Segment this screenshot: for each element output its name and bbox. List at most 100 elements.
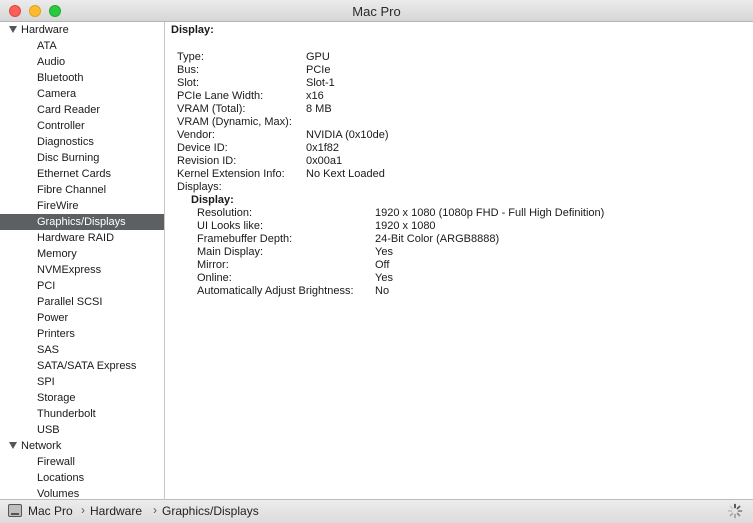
window-title: Mac Pro [352,4,401,19]
sidebar-item-label: Firewall [37,456,75,468]
sidebar-item-label: Printers [37,328,75,340]
display-property-value: No [375,285,390,297]
sidebar-item-ethernet-cards[interactable]: Ethernet Cards [0,166,164,182]
property-label: Vendor: [177,129,215,141]
sidebar-item-card-reader[interactable]: Card Reader [0,102,164,118]
sidebar-item-label: FireWire [37,200,79,212]
display-property-label: Framebuffer Depth: [197,233,293,245]
sidebar-item-volumes[interactable]: Volumes [0,486,164,499]
sidebar-group-label: Hardware [21,24,69,36]
sidebar-item-firewire[interactable]: FireWire [0,198,164,214]
display-property-label: Resolution: [197,207,253,219]
loading-spinner-icon [727,503,743,519]
property-label: VRAM (Dynamic, Max): [177,116,292,128]
sidebar-item-printers[interactable]: Printers [0,326,164,342]
sidebar-item-parallel-scsi[interactable]: Parallel SCSI [0,294,164,310]
sidebar-item-label: Volumes [37,488,80,499]
status-bar: Mac Pro › Hardware › Graphics/Displays [0,499,753,523]
property-value: No Kext Loaded [306,168,385,180]
sidebar-item-spi[interactable]: SPI [0,374,164,390]
disclosure-triangle-icon[interactable] [9,26,17,33]
sidebar-item-ata[interactable]: ATA [0,38,164,54]
display-subsection-title: Display: [191,194,234,206]
property-label: Slot: [177,77,200,89]
sidebar-item-label: Ethernet Cards [37,168,111,180]
display-property-value: 1920 x 1080 (1080p FHD - Full High Defin… [375,207,605,219]
sidebar-item-camera[interactable]: Camera [0,86,164,102]
sidebar-item-label: Audio [37,56,66,68]
sidebar-item-label: USB [37,424,60,436]
display-property-label: Main Display: [197,246,264,258]
sidebar-item-label: Fibre Channel [37,184,107,196]
sidebar-item-nvmexpress[interactable]: NVMExpress [0,262,164,278]
system-information-window: Mac Pro Hardware ATA Audio Bluetooth Camera C… [0,0,753,523]
sidebar-item-label: Memory [37,248,77,260]
sidebar-item-label: PCI [37,280,56,292]
property-value: 0x00a1 [306,155,343,167]
sidebar-item-label: Disc Burning [37,152,100,164]
sidebar-item-diagnostics[interactable]: Diagnostics [0,134,164,150]
display-property-value: Off [375,259,390,271]
property-value: Slot-1 [306,77,335,89]
property-value: x16 [306,90,324,102]
property-label: VRAM (Total): [177,103,246,115]
breadcrumb-graphics-displays[interactable]: Graphics/Displays [162,504,259,518]
disclosure-triangle-icon[interactable] [9,442,17,449]
sidebar-item-disc-burning[interactable]: Disc Burning [0,150,164,166]
sidebar-group-label: Network [21,440,62,452]
property-label: Device ID: [177,142,228,154]
sidebar-item-sata-sata-express[interactable]: SATA/SATA Express [0,358,164,374]
sidebar-item-graphics-displays[interactable]: Graphics/Displays [0,214,164,230]
sidebar-item-locations[interactable]: Locations [0,470,164,486]
sidebar-item-sas[interactable]: SAS [0,342,164,358]
display-property-value: Yes [375,246,393,258]
detail-pane: Display: Type: GPU Bus: PCIe Slot: Slot-1 PCIe… [166,22,753,499]
sidebar-item-hardware-raid[interactable]: Hardware RAID [0,230,164,246]
breadcrumb-separator: › [153,503,157,517]
property-value: PCIe [306,64,331,76]
display-property-label: Automatically Adjust Brightness: [197,285,354,297]
sidebar-item-label: Graphics/Displays [37,216,126,228]
sidebar-item-thunderbolt[interactable]: Thunderbolt [0,406,164,422]
sidebar-item-pci[interactable]: PCI [0,278,164,294]
property-label: PCIe Lane Width: [177,90,264,102]
sidebar-item-controller[interactable]: Controller [0,118,164,134]
sidebar-item-label: SATA/SATA Express [37,360,137,372]
sidebar-item-power[interactable]: Power [0,310,164,326]
sidebar-item-label: Thunderbolt [37,408,96,420]
sidebar-item-fibre-channel[interactable]: Fibre Channel [0,182,164,198]
property-label: Type: [177,51,204,63]
breadcrumb-hardware[interactable]: Hardware [90,504,142,518]
breadcrumb-mac-pro[interactable]: Mac Pro [28,504,73,518]
sidebar-item-label: Camera [37,88,77,100]
sidebar-item-usb[interactable]: USB [0,422,164,438]
sidebar-item-storage[interactable]: Storage [0,390,164,406]
display-property-value: Yes [375,272,393,284]
display-property-label: Mirror: [197,259,229,271]
display-property-label: Online: [197,272,232,284]
section-title: Display: [171,24,214,36]
sidebar-item-label: SAS [37,344,60,356]
sidebar-item-label: ATA [37,40,57,52]
sidebar-group-network[interactable]: Network [0,438,164,454]
property-label: Displays: [177,181,222,193]
property-label: Bus: [177,64,200,76]
property-value: 0x1f82 [306,142,340,154]
property-label: Kernel Extension Info: [177,168,285,180]
sidebar-item-memory[interactable]: Memory [0,246,164,262]
sidebar-group-hardware[interactable]: Hardware [0,22,164,38]
sidebar-item-label: Card Reader [37,104,100,116]
sidebar-item-label: Diagnostics [37,136,94,148]
breadcrumb-separator: › [81,503,85,517]
sidebar-item-label: SPI [37,376,55,388]
sidebar-item-firewall[interactable]: Firewall [0,454,164,470]
property-value: 8 MB [306,103,332,115]
display-property-value: 24-Bit Color (ARGB8888) [375,233,500,245]
sidebar-item-label: Storage [37,392,76,404]
sidebar-item-audio[interactable]: Audio [0,54,164,70]
sidebar-item-label: Power [37,312,69,324]
display-property-value: 1920 x 1080 [375,220,436,232]
sidebar-item-bluetooth[interactable]: Bluetooth [0,70,164,86]
sidebar-item-label: NVMExpress [37,264,102,276]
property-value: GPU [306,51,330,63]
